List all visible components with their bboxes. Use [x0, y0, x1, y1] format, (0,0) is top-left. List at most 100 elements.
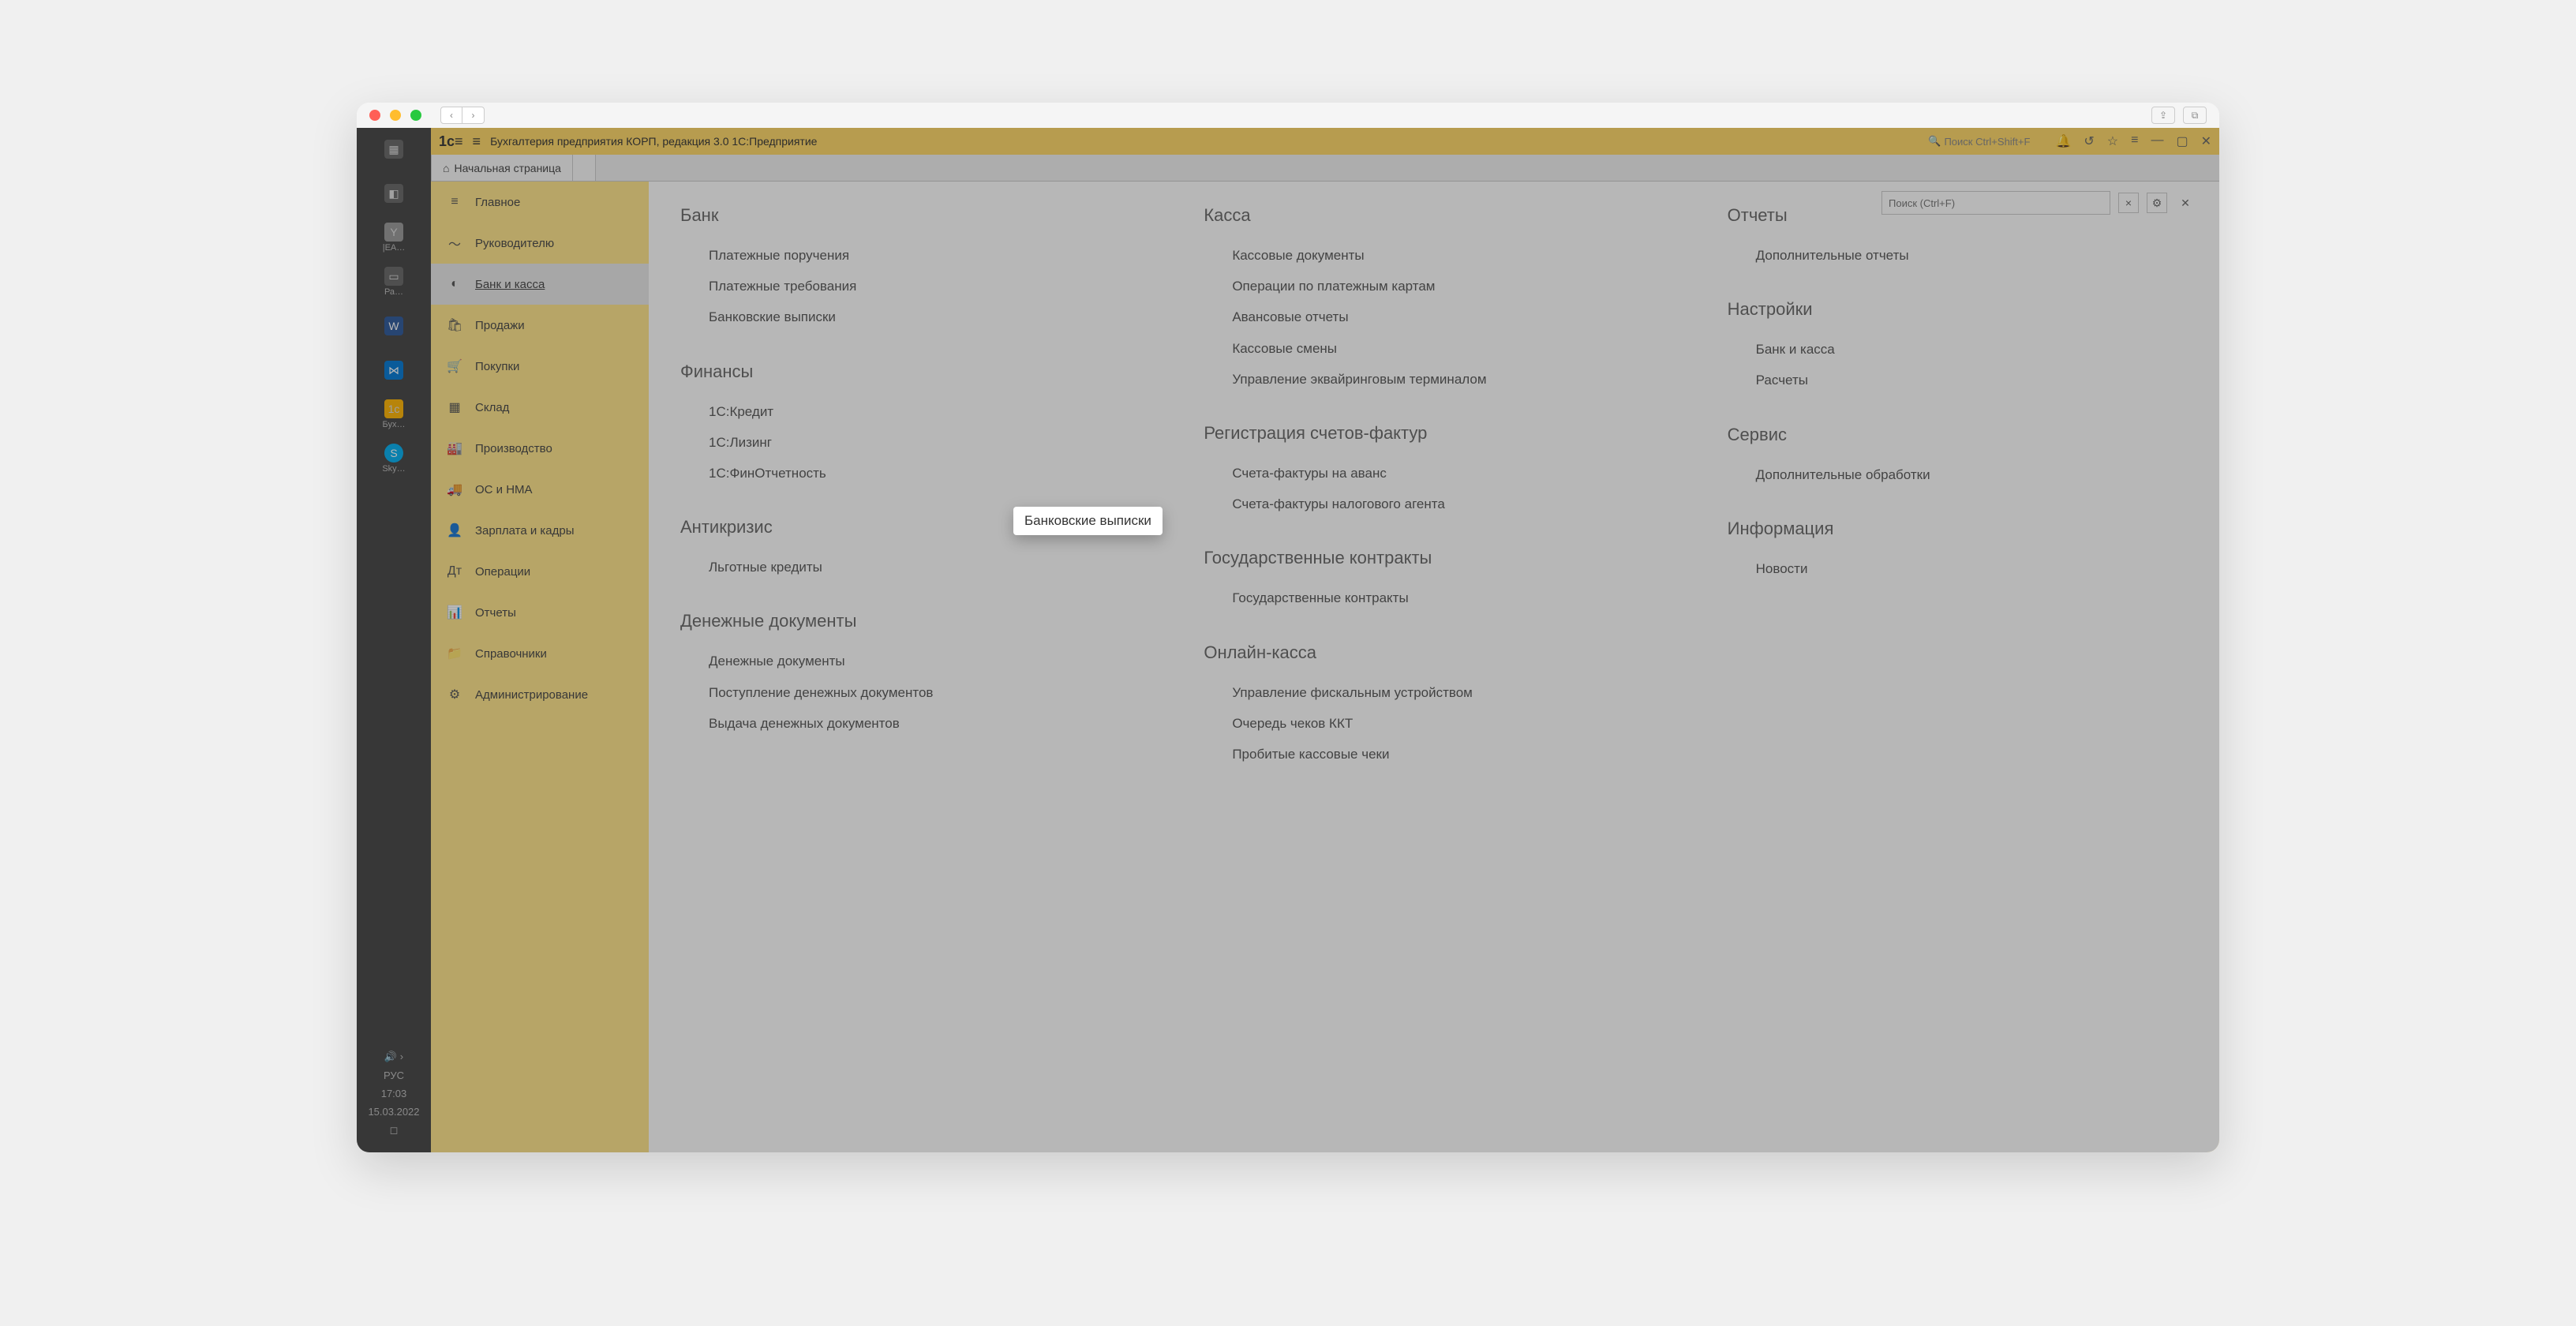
menu-link[interactable]: 1С:ФинОтчетность [680, 458, 1140, 489]
nav-icon: 〜 [447, 234, 462, 253]
max-dot[interactable] [410, 110, 421, 121]
section-title: Государственные контракты [1204, 548, 1664, 568]
share-button[interactable]: ⇪ [2151, 107, 2175, 124]
menu-link[interactable]: Дополнительные отчеты [1728, 240, 2188, 271]
win-max-icon[interactable]: ▢ [2176, 133, 2188, 149]
nav-item-9[interactable]: ДтОперации [431, 551, 649, 592]
clock-time: 17:03 [381, 1088, 407, 1099]
nav-item-8[interactable]: 👤Зарплата и кадры [431, 510, 649, 551]
menu-link[interactable]: Банковские выписки [680, 302, 1140, 332]
menu-link[interactable]: Расчеты [1728, 365, 2188, 395]
taskbar-app-4[interactable]: W [372, 311, 416, 341]
menu-link[interactable]: Операции по платежным картам [1204, 271, 1664, 302]
taskbar-app-3[interactable]: ▭Ра… [372, 267, 416, 297]
nav-label: Отчеты [475, 606, 516, 620]
taskbar-app-2[interactable]: Y|EA… [372, 223, 416, 253]
nav-item-1[interactable]: 〜 Руководителю [431, 223, 649, 264]
menu-link[interactable]: 1С:Кредит [680, 396, 1140, 427]
panel-column-1: КассаКассовые документыОперации по плате… [1204, 205, 1664, 1129]
menu-link[interactable]: Денежные документы [680, 646, 1140, 676]
menu-link[interactable]: Платежные требования [680, 271, 1140, 302]
history-icon[interactable]: ↺ [2084, 133, 2094, 149]
nav-item-11[interactable]: 📁 Справочники [431, 633, 649, 674]
tabs-button[interactable]: ⧉ [2183, 107, 2207, 124]
min-dot[interactable] [390, 110, 401, 121]
nav-panel: ≡Главное 〜 Руководителю ◐Банк и касса🛍Прода… [431, 182, 649, 1152]
nav-icon: 📊 [447, 605, 462, 620]
close-panel-icon[interactable]: ✕ [2175, 193, 2196, 213]
win-min-icon[interactable]: — [2151, 133, 2163, 149]
menu-link[interactable]: Счета-фактуры налогового агента [1204, 489, 1664, 519]
nav-item-7[interactable]: 🚚ОС и НМА [431, 469, 649, 510]
main-panel: Банк Платежные порученияПлатежные требова… [649, 182, 2219, 1152]
clock-date: 15.03.2022 [368, 1106, 419, 1118]
nav-item-0[interactable]: ≡Главное [431, 182, 649, 223]
section-title: Сервис [1728, 425, 2188, 445]
os-taskbar: ▦ ◧ Y|EA… ▭Ра… W ⋈ 1cБух… SSky… 🔊 › РУС … [357, 128, 431, 1152]
settings-icon[interactable]: ⚙ [2147, 193, 2167, 213]
menu-link[interactable]: Поступление денежных документов [680, 677, 1140, 708]
menu-link[interactable]: Управление фискальным устройством [1204, 677, 1664, 708]
tab-spacer [573, 155, 596, 181]
app-tab-bar: ⌂ Начальная страница [431, 155, 2219, 182]
nav-item-4[interactable]: 🛒Покупки [431, 346, 649, 387]
taskbar-app-0[interactable]: ▦ [372, 134, 416, 164]
panel-column-0: Банк Платежные порученияПлатежные требова… [680, 205, 1140, 1129]
nav-icon: 📁 [447, 646, 462, 661]
win-close-icon[interactable]: ✕ [2201, 133, 2211, 149]
forward-button[interactable]: › [462, 107, 485, 124]
nav-item-3[interactable]: 🛍Продажи [431, 305, 649, 346]
sound-icon[interactable]: 🔊 › [384, 1051, 403, 1063]
nav-item-10[interactable]: 📊 Отчеты [431, 592, 649, 633]
menu-icon[interactable]: ≡ [473, 133, 481, 150]
section-title: Регистрация счетов-фактур [1204, 423, 1664, 444]
menu-link[interactable]: Государственные контракты [1204, 582, 1664, 613]
hr-icon[interactable]: ≡ [2131, 133, 2138, 149]
nav-item-2[interactable]: ◐Банк и касса [431, 264, 649, 305]
desktop-peek[interactable]: ◻ [390, 1124, 399, 1137]
nav-item-5[interactable]: ▦Склад [431, 387, 649, 428]
nav-label: Администрирование [475, 688, 588, 702]
menu-link[interactable]: Счета-фактуры на аванс [1204, 458, 1664, 489]
nav-label: Руководителю [475, 237, 554, 250]
taskbar-app-1[interactable]: ◧ [372, 178, 416, 208]
nav-icon: ▦ [447, 399, 462, 415]
nav-icon: 👤 [447, 523, 462, 538]
menu-link[interactable]: Очередь чеков ККТ [1204, 708, 1664, 739]
nav-icon: 🚚 [447, 481, 462, 497]
menu-link[interactable]: Платежные поручения [680, 240, 1140, 271]
menu-link[interactable]: Авансовые отчеты [1204, 302, 1664, 332]
nav-label: Операции [475, 565, 530, 579]
nav-label: Покупки [475, 360, 519, 373]
star-icon[interactable]: ☆ [2107, 133, 2118, 149]
taskbar-app-5[interactable]: ⋈ [372, 355, 416, 385]
menu-link[interactable]: Кассовые смены [1204, 333, 1664, 364]
nav-label: Справочники [475, 647, 547, 661]
menu-link[interactable]: 1С:Лизинг [680, 427, 1140, 458]
panel-search[interactable] [1881, 191, 2110, 215]
menu-link[interactable]: Банк и касса [1728, 334, 2188, 365]
nav-item-12[interactable]: ⚙Администрирование [431, 674, 649, 715]
back-button[interactable]: ‹ [440, 107, 462, 124]
menu-link[interactable]: Управление эквайринговым терминалом [1204, 364, 1664, 395]
menu-link[interactable]: Пробитые кассовые чеки [1204, 739, 1664, 770]
section-title: Банк [680, 205, 1140, 226]
menu-link[interactable]: Новости [1728, 553, 2188, 584]
taskbar-app-7[interactable]: SSky… [372, 444, 416, 474]
section-title: Онлайн-касса [1204, 642, 1664, 663]
menu-link[interactable]: Выдача денежных документов [680, 708, 1140, 739]
close-dot[interactable] [369, 110, 380, 121]
tab-home[interactable]: ⌂ Начальная страница [431, 155, 573, 181]
menu-link[interactable]: Дополнительные обработки [1728, 459, 2188, 490]
app-logo[interactable]: 1c≡ [439, 133, 463, 150]
bell-icon[interactable]: 🔔 [2055, 133, 2071, 149]
clear-search-button[interactable]: × [2118, 193, 2139, 213]
lang-indicator[interactable]: РУС [384, 1069, 404, 1081]
highlighted-menu-item[interactable]: Банковские выписки [1013, 507, 1163, 535]
nav-label: Главное [475, 196, 520, 209]
menu-link[interactable]: Кассовые документы [1204, 240, 1664, 271]
menu-link[interactable]: Льготные кредиты [680, 552, 1140, 582]
taskbar-app-6[interactable]: 1cБух… [372, 399, 416, 429]
nav-item-6[interactable]: 🏭Производство [431, 428, 649, 469]
global-search[interactable]: 🔍 Поиск Ctrl+Shift+F [1928, 135, 2030, 148]
